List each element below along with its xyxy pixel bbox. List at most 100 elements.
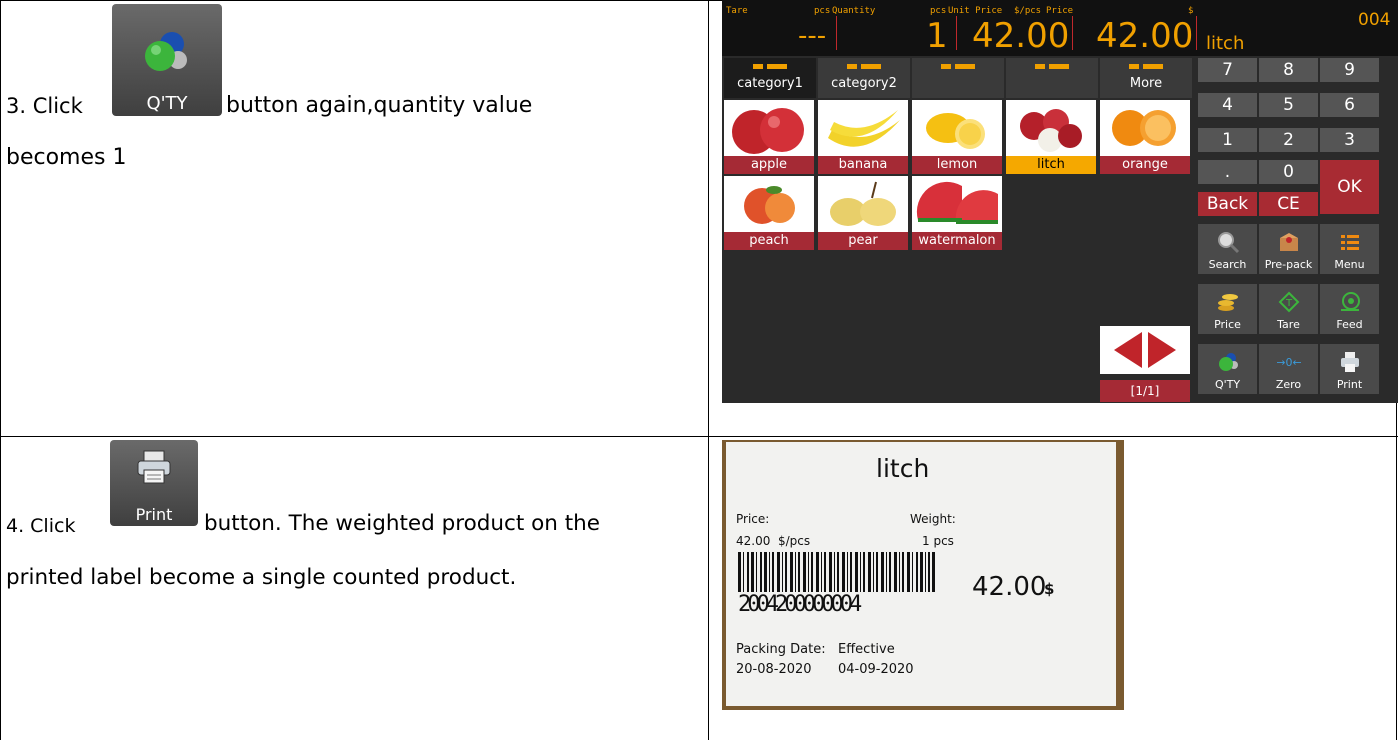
- product-tile-apple[interactable]: apple: [724, 100, 814, 174]
- key-ok[interactable]: OK: [1320, 160, 1379, 214]
- label-unit-price: 42.00 $/pcs: [736, 534, 811, 548]
- tab-more[interactable]: More: [1100, 58, 1192, 98]
- feed-icon: [1340, 292, 1360, 311]
- orange-image: [1112, 110, 1176, 146]
- product-tile-watermalon[interactable]: watermalon: [912, 176, 1002, 250]
- label-packing-caption: Packing Date:: [736, 642, 826, 657]
- product-tile-peach[interactable]: peach: [724, 176, 814, 250]
- paging-arrows[interactable]: [1100, 326, 1190, 374]
- peach-image: [744, 186, 795, 224]
- pear-image: [830, 181, 896, 226]
- product-label-pear: pear: [818, 232, 908, 250]
- label-effective-date: 04-09-2020: [838, 662, 914, 677]
- key-4[interactable]: 4: [1198, 93, 1257, 117]
- printed-label-photo: litch Price: Weight: 42.00 $/pcs 1 pcs 2…: [722, 440, 1124, 710]
- tab-category2[interactable]: category2: [818, 58, 910, 98]
- unit-price-caption: Unit Price: [948, 6, 1003, 16]
- topbar-separator: [1196, 16, 1197, 50]
- menu-icon: [1340, 235, 1359, 250]
- box-icon: [1279, 233, 1298, 251]
- label-price-caption: Price:: [736, 512, 770, 526]
- qty-icon: [145, 32, 187, 71]
- product-label-peach: peach: [724, 232, 814, 250]
- apple-image: [732, 108, 804, 154]
- label-total-currency: $: [1044, 580, 1055, 598]
- search-button[interactable]: Search: [1198, 224, 1257, 274]
- product-tile-orange[interactable]: orange: [1100, 100, 1190, 174]
- quantity-value: 1: [926, 16, 948, 56]
- plu-number: 004: [1358, 10, 1391, 30]
- key-0[interactable]: 0: [1259, 160, 1318, 184]
- key-ce[interactable]: CE: [1259, 192, 1318, 216]
- step-3-text: button again,quantity value: [226, 93, 533, 118]
- tare-icon: T: [1278, 291, 1299, 313]
- step-3-prefix: 3. Click: [6, 94, 83, 118]
- menu-button[interactable]: Menu: [1320, 224, 1379, 274]
- print-button[interactable]: Print: [1320, 344, 1379, 394]
- page-indicator: [1/1]: [1100, 380, 1190, 402]
- instruction-table: 3. Click Q'TY button again,quantity valu…: [0, 0, 1398, 740]
- key-dot[interactable]: .: [1198, 160, 1257, 184]
- print-button-label: Print: [135, 505, 173, 524]
- step-4-prefix: 4. Click: [6, 515, 76, 537]
- printer-icon: [137, 450, 171, 484]
- product-tile-litch[interactable]: litch: [1006, 100, 1096, 174]
- prepack-button[interactable]: Pre-pack: [1259, 224, 1318, 274]
- key-1[interactable]: 1: [1198, 128, 1257, 152]
- key-8[interactable]: 8: [1259, 58, 1318, 82]
- printer-icon: [1340, 352, 1359, 372]
- key-back[interactable]: Back: [1198, 192, 1257, 216]
- step-3-text-line2: becomes 1: [6, 145, 127, 170]
- quantity-caption: Quantity: [832, 6, 876, 16]
- price-button[interactable]: Price: [1198, 284, 1257, 334]
- label-paper: litch Price: Weight: 42.00 $/pcs 1 pcs 2…: [726, 442, 1116, 706]
- tab-category1[interactable]: category1: [724, 58, 816, 98]
- barcode-digits: 2004200000004: [738, 592, 862, 617]
- product-label-banana: banana: [818, 156, 908, 174]
- product-label-litch: litch: [1006, 156, 1096, 174]
- key-5[interactable]: 5: [1259, 93, 1318, 117]
- product-tile-pear[interactable]: pear: [818, 176, 908, 250]
- tab-empty-4[interactable]: [1006, 58, 1098, 98]
- feed-button[interactable]: Feed: [1320, 284, 1379, 334]
- tab-empty-3[interactable]: [912, 58, 1004, 98]
- qty-icon: [1218, 353, 1238, 371]
- watermalon-image: [916, 181, 998, 224]
- currency-caption: $: [1188, 6, 1194, 16]
- label-total: 42.00: [972, 572, 1047, 602]
- key-6[interactable]: 6: [1320, 93, 1379, 117]
- print-button-illustration: Print: [110, 440, 198, 526]
- tare-button[interactable]: T Tare: [1259, 284, 1318, 334]
- qty-button-label: Q'TY: [146, 93, 188, 114]
- label-effective-caption: Effective: [838, 642, 895, 657]
- zero-icon: →0←: [1277, 356, 1301, 369]
- tare-value: ---: [798, 21, 827, 51]
- coins-icon: [1217, 294, 1238, 311]
- table-border-left: [0, 0, 1, 740]
- search-icon: [1217, 232, 1239, 254]
- product-label-apple: apple: [724, 156, 814, 174]
- product-tile-banana[interactable]: banana: [818, 100, 908, 174]
- key-9[interactable]: 9: [1320, 58, 1379, 82]
- lemon-image: [926, 113, 985, 149]
- product-label-watermalon: watermalon: [912, 232, 1002, 250]
- scale-topbar: Tare pcs Quantity pcs Unit Price $/pcs P…: [722, 0, 1398, 56]
- table-column-divider: [708, 0, 709, 740]
- key-3[interactable]: 3: [1320, 128, 1379, 152]
- topbar-separator: [836, 16, 837, 50]
- pcs-caption-2: pcs: [930, 6, 947, 16]
- step-4-text: button. The weighted product on the: [204, 511, 601, 536]
- svg-text:→0←: →0←: [1277, 356, 1301, 369]
- step-4-text-line2: printed label become a single counted pr…: [6, 565, 517, 590]
- qty-button[interactable]: Q'TY: [1198, 344, 1257, 394]
- litch-image: [1020, 109, 1082, 152]
- price-value: 42.00: [1096, 16, 1194, 56]
- key-2[interactable]: 2: [1259, 128, 1318, 152]
- topbar-separator: [956, 16, 957, 50]
- zero-button[interactable]: →0← Zero: [1259, 344, 1318, 394]
- product-label-lemon: lemon: [912, 156, 1002, 174]
- unit-caption: $/pcs: [1014, 6, 1042, 16]
- product-tile-lemon[interactable]: lemon: [912, 100, 1002, 174]
- table-row-divider: [0, 436, 1398, 437]
- key-7[interactable]: 7: [1198, 58, 1257, 82]
